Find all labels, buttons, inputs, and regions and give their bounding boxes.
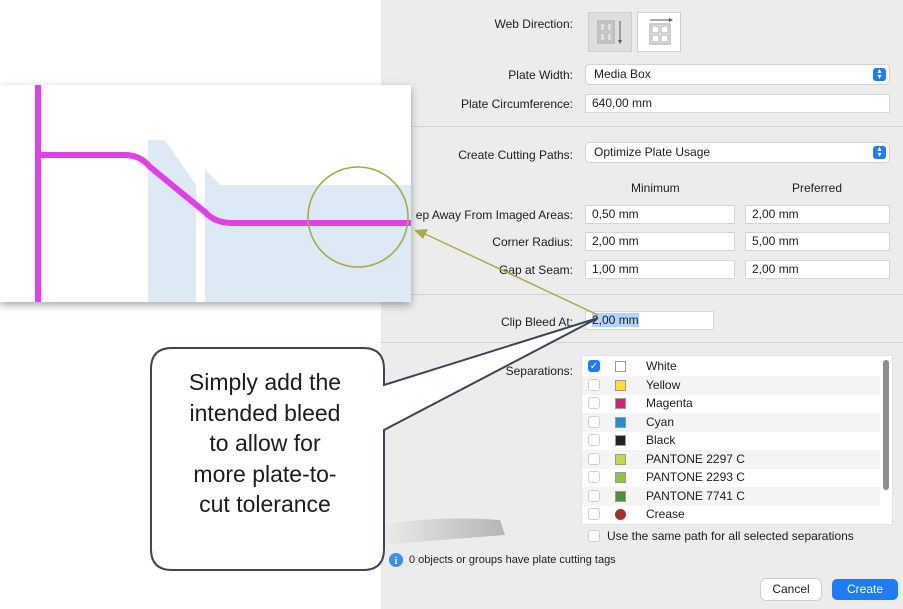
separation-name: PANTONE 7741 C <box>646 488 745 503</box>
keep-away-min-field[interactable]: 0,50 mm <box>585 205 735 224</box>
separation-row[interactable]: Crease <box>582 505 880 524</box>
cutting-path-illustration <box>35 85 411 302</box>
separation-color-swatch <box>615 472 626 483</box>
separation-name: Cyan <box>646 414 675 429</box>
create-cutting-paths-popup[interactable]: Optimize Plate Usage ▴ ▾ <box>586 143 889 162</box>
divider <box>381 294 903 295</box>
separation-row[interactable]: Yellow <box>582 375 880 395</box>
divider <box>381 342 903 343</box>
svg-text:i: i <box>395 556 398 567</box>
separation-color-swatch <box>615 435 626 446</box>
separations-list[interactable]: ✓ White Yellow Magenta Cyan Black PANTONE 2297… <box>581 355 893 525</box>
corner-radius-label: Corner Radius: <box>492 235 573 249</box>
corner-radius-min-field[interactable]: 2,00 mm <box>585 232 735 251</box>
callout-text: Simply add the intended bleed to allow f… <box>150 367 380 520</box>
web-direction-vertical-button[interactable] <box>588 12 632 52</box>
separation-row[interactable]: Magenta <box>582 394 880 413</box>
separation-row[interactable]: ✓ White <box>582 357 880 376</box>
separation-color-swatch <box>615 509 626 520</box>
separation-checkbox[interactable] <box>588 452 600 465</box>
web-direction-horizontal-icon <box>649 18 673 45</box>
create-button[interactable]: Create <box>832 579 898 600</box>
separations-label: Separations: <box>505 364 573 378</box>
popup-chevrons-icon: ▴ ▾ <box>873 67 886 81</box>
same-path-checkbox[interactable] <box>588 530 600 542</box>
imaged-area-right <box>205 185 411 302</box>
same-path-label: Use the same path for all selected separ… <box>607 529 854 543</box>
separation-checkbox[interactable] <box>588 508 600 520</box>
separation-row[interactable]: PANTONE 7741 C <box>582 486 880 506</box>
column-minimum-header: Minimum <box>631 181 680 195</box>
plate-cutting-tags-info: 0 objects or groups have plate cutting t… <box>409 554 616 566</box>
plate-circumference-label: Plate Circumference: <box>460 97 573 111</box>
callout-line: to allow for <box>209 430 321 456</box>
gap-at-seam-min-field[interactable]: 1,00 mm <box>585 260 735 279</box>
separation-color-swatch <box>615 361 626 372</box>
create-cutting-paths-value: Optimize Plate Usage <box>594 145 711 159</box>
separation-checkbox[interactable] <box>588 415 600 428</box>
separation-name: Yellow <box>646 377 681 392</box>
separation-name: Crease <box>646 507 685 521</box>
callout-line: cut tolerance <box>199 491 331 517</box>
corner-radius-preferred-field[interactable]: 5,00 mm <box>745 232 890 251</box>
info-icon: i <box>389 553 403 567</box>
separation-row[interactable]: Cyan <box>582 412 880 432</box>
separation-color-swatch <box>615 490 626 502</box>
keep-away-label: ep Away From Imaged Areas: <box>415 208 573 222</box>
plate-cutting-dialog: Web Direction: Plate Width: Media Box ▴ ▾… <box>381 0 903 609</box>
separation-checkbox[interactable] <box>588 397 600 409</box>
separation-name: Black <box>646 433 676 447</box>
separation-checkbox[interactable] <box>588 378 600 391</box>
separation-checkbox[interactable] <box>588 471 600 483</box>
separation-color-swatch <box>615 453 626 465</box>
separation-checkbox[interactable] <box>588 489 600 502</box>
callout-line: Simply add the <box>188 369 342 395</box>
keep-away-preferred-field[interactable]: 2,00 mm <box>745 205 890 224</box>
plate-width-value: Media Box <box>594 67 651 81</box>
separation-row[interactable]: Black <box>582 431 880 450</box>
cutting-path-zoom-illustration <box>0 85 411 302</box>
cancel-button[interactable]: Cancel <box>761 579 821 600</box>
imaged-area-right-top <box>205 169 220 185</box>
separation-name: PANTONE 2293 C <box>646 470 745 484</box>
gap-at-seam-preferred-field[interactable]: 2,00 mm <box>745 260 890 279</box>
web-direction-label: Web Direction: <box>494 17 573 31</box>
clip-bleed-field[interactable]: 2,00 mm <box>585 311 714 330</box>
imaged-area-left <box>148 140 196 302</box>
plate-circumference-field[interactable]: 640,00 mm <box>585 94 890 113</box>
callout-line: intended bleed <box>189 399 341 426</box>
separations-scrollbar[interactable] <box>883 360 889 490</box>
separation-row[interactable]: PANTONE 2293 C <box>582 468 880 487</box>
separation-checkbox[interactable] <box>588 434 600 446</box>
plate-width-label: Plate Width: <box>508 68 573 82</box>
separation-color-swatch <box>615 398 626 409</box>
separation-name: PANTONE 2297 C <box>646 451 745 466</box>
separation-color-swatch <box>615 379 626 391</box>
separation-name: Magenta <box>646 396 693 410</box>
web-direction-vertical-icon <box>597 20 622 44</box>
clip-bleed-label: Clip Bleed At: <box>500 315 573 329</box>
separation-row[interactable]: PANTONE 2297 C <box>582 449 880 469</box>
column-preferred-header: Preferred <box>792 181 843 195</box>
callout-line: more plate-to- <box>193 460 337 487</box>
gap-at-seam-label: Gap at Seam: <box>498 263 573 277</box>
separation-name: White <box>646 359 677 373</box>
divider <box>381 126 903 127</box>
create-cutting-paths-label: Create Cutting Paths: <box>458 148 573 162</box>
web-direction-horizontal-button[interactable] <box>637 12 681 52</box>
popup-chevrons-icon: ▴ ▾ <box>873 145 886 159</box>
separation-checkbox[interactable]: ✓ <box>588 360 600 372</box>
clip-bleed-value: 2,00 mm <box>592 313 639 327</box>
separation-color-swatch <box>615 416 626 428</box>
plate-width-popup[interactable]: Media Box ▴ ▾ <box>586 65 889 84</box>
